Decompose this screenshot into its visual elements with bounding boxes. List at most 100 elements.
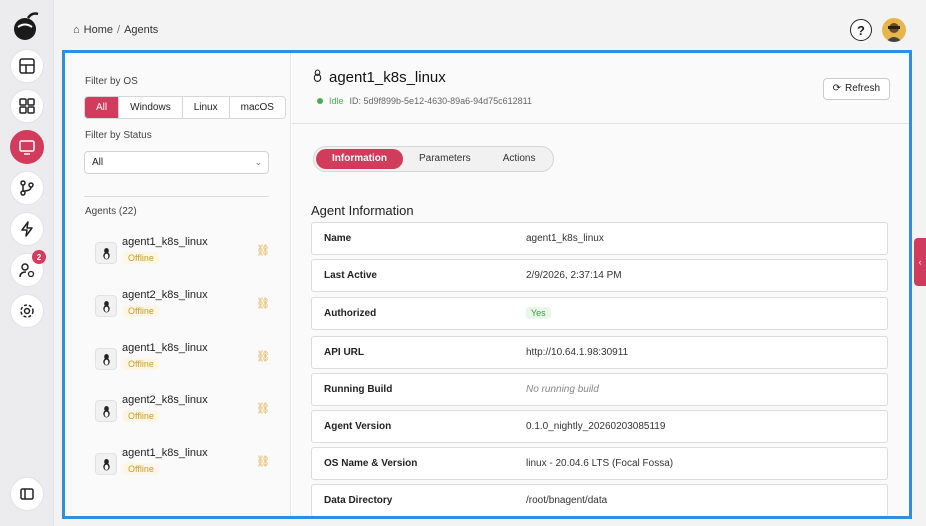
side-panel-toggle[interactable]: ‹ [914,238,926,286]
os-filter-label: Filter by OS [85,76,138,87]
info-key: Running Build [324,384,393,395]
linux-icon [95,242,117,264]
status-filter-value: All [92,157,104,168]
info-row: OS Name & Version linux - 20.04.6 LTS (F… [311,447,888,480]
monitor-icon[interactable] [10,130,44,164]
agent-list-panel: Filter by OS All Windows Linux macOS Fil… [65,53,291,516]
detail-header: agent1_k8s_linux Idle ID: 5d9f899b-5e12-… [292,53,909,124]
agent-name: agent1_k8s_linux [122,236,208,248]
status-dot [317,98,323,104]
agent-status-row: Idle ID: 5d9f899b-5e12-4630-89a6-94d75c6… [317,96,532,106]
info-key: Authorized [324,308,377,319]
os-filter-linux[interactable]: Linux [183,97,230,118]
link-icon[interactable]: ⛓ [256,350,270,363]
user-settings-icon[interactable]: 2 [10,250,46,287]
info-row: Authorized Yes [311,297,888,330]
list-item[interactable]: agent2_k8s_linux Offline ⛓ [85,289,270,329]
link-icon[interactable]: ⛓ [256,402,270,415]
tab-parameters[interactable]: Parameters [403,149,487,169]
linux-icon [312,69,323,86]
info-value: http://10.64.1.98:30911 [526,347,629,358]
agent-id: ID: 5d9f899b-5e12-4630-89a6-94d75c612811 [349,96,532,106]
dashboard-icon[interactable] [10,49,44,83]
agent-name: agent2_k8s_linux [122,289,208,301]
info-value: agent1_k8s_linux [526,233,604,244]
linux-icon [95,295,117,317]
agent-detail-panel: agent1_k8s_linux Idle ID: 5d9f899b-5e12-… [292,53,909,516]
info-value: 0.1.0_nightly_20260203085119 [526,421,666,432]
branch-icon[interactable] [10,171,44,205]
status-badge: Offline [123,358,159,370]
status-badge: Offline [123,305,159,317]
status-badge: Offline [123,463,159,475]
info-key: Data Directory [324,495,393,506]
left-rail: 2 [0,0,54,526]
breadcrumb-separator: / [117,24,121,36]
notification-badge: 2 [32,250,46,264]
info-row: Agent Version 0.1.0_nightly_202602030851… [311,410,888,443]
info-row: Name agent1_k8s_linux [311,222,888,255]
tab-information[interactable]: Information [316,149,403,169]
refresh-label: Refresh [844,83,880,94]
info-row: API URL http://10.64.1.98:30911 [311,336,888,369]
info-key: Name [324,233,352,244]
avatar[interactable] [882,18,906,42]
linux-icon [95,400,117,422]
status-badge: Offline [123,410,159,422]
list-item[interactable]: agent1_k8s_linux Offline ⛓ [85,447,270,487]
agent-name: agent2_k8s_linux [122,394,208,406]
sidebar-toggle-icon[interactable] [10,477,44,511]
page-title: agent1_k8s_linux [312,69,446,86]
info-value: No running build [526,384,599,395]
info-key: Agent Version [324,421,392,432]
grid-icon[interactable] [10,89,44,123]
linux-icon [95,348,117,370]
detail-tabs: Information Parameters Actions [313,146,555,172]
info-row: Last Active 2/9/2026, 2:37:14 PM [311,259,888,292]
agent-name: agent1_k8s_linux [122,342,208,354]
status-badge: Offline [123,252,159,264]
authorized-badge: Yes [526,307,551,319]
refresh-button[interactable]: ⟳ Refresh [822,78,890,100]
linux-icon [95,453,117,475]
breadcrumb: ⌂ Home / Agents [73,24,158,36]
gear-icon[interactable] [10,294,44,328]
breadcrumb-current: Agents [124,24,159,36]
info-value: 2/9/2026, 2:37:14 PM [526,270,622,281]
status-filter-select[interactable]: All ⌄ [84,151,269,174]
app-logo[interactable] [10,10,42,42]
status-filter-label: Filter by Status [85,130,152,141]
os-filter-windows[interactable]: Windows [119,97,183,118]
breadcrumb-home[interactable]: Home [84,24,113,36]
refresh-icon: ⟳ [832,83,841,94]
info-value: /root/bnagent/data [526,495,608,506]
link-icon[interactable]: ⛓ [256,297,270,310]
info-key: Last Active [324,270,377,281]
help-icon[interactable]: ? [850,19,872,41]
agent-title: agent1_k8s_linux [329,69,446,86]
agent-name: agent1_k8s_linux [122,447,208,459]
home-icon[interactable]: ⌂ [73,24,80,36]
info-row: Running Build No running build [311,373,888,406]
agents-count: Agents (22) [85,206,137,217]
section-title: Agent Information [311,203,414,218]
agents-panel: Filter by OS All Windows Linux macOS Fil… [62,50,912,519]
link-icon[interactable]: ⛓ [256,244,270,257]
info-key: OS Name & Version [324,458,418,469]
info-value: linux - 20.04.6 LTS (Focal Fossa) [526,458,674,469]
os-filter-macos[interactable]: macOS [230,97,285,118]
list-item[interactable]: agent2_k8s_linux Offline ⛓ [85,394,270,434]
os-filter-all[interactable]: All [85,97,120,118]
info-row: Data Directory /root/bnagent/data [311,484,888,516]
list-item[interactable]: agent1_k8s_linux Offline ⛓ [85,342,270,382]
list-item[interactable]: agent1_k8s_linux Offline ⛓ [85,236,270,276]
status-text: Idle [329,96,344,106]
divider [84,196,269,197]
info-key: API URL [324,347,364,358]
lightning-icon[interactable] [10,212,44,246]
top-icons: ? [850,18,906,42]
link-icon[interactable]: ⛓ [256,455,270,468]
os-filter: All Windows Linux macOS [84,96,286,119]
tab-actions[interactable]: Actions [487,149,552,169]
chevron-down-icon: ⌄ [254,157,262,167]
